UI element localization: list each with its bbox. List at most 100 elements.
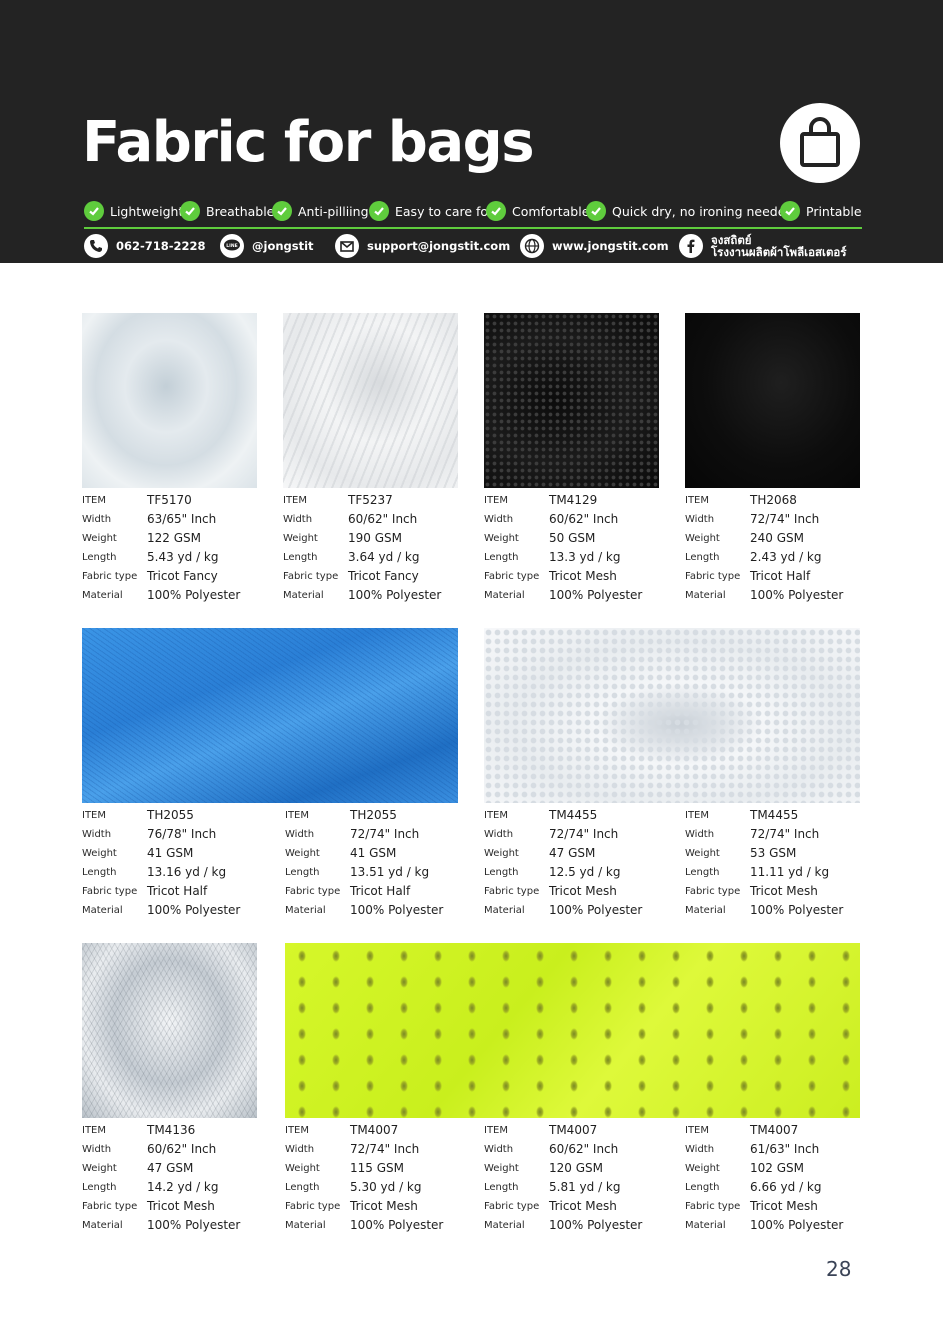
spec-label: Length (82, 1182, 117, 1193)
fabric-swatch-th2068 (685, 313, 860, 488)
spec-label: Fabric type (82, 886, 138, 897)
page-number: 28 (826, 1257, 852, 1281)
fabric-type-value: Tricot Mesh (549, 884, 617, 898)
spec-row: ITEM TM4007 (685, 1123, 875, 1142)
fabric-type-value: Tricot Mesh (750, 1199, 818, 1213)
spec-row: Fabric type Tricot Mesh (685, 1199, 875, 1218)
spec-row: Length 3.64 yd / kg (283, 550, 473, 569)
spec-label: Length (685, 552, 720, 563)
spec-label: Fabric type (283, 571, 339, 582)
item-code: TM4007 (750, 1123, 799, 1137)
spec-row: Fabric type Tricot Mesh (484, 569, 674, 588)
spec-row: Weight 115 GSM (285, 1161, 475, 1180)
spec-label: ITEM (685, 495, 710, 506)
spec-label: Length (285, 867, 320, 878)
spec-row: Fabric type Tricot Mesh (484, 884, 674, 903)
spec-label: Width (685, 1144, 715, 1155)
contact-line[interactable]: LINE @jongstit (220, 233, 314, 259)
feature-comfortable: Comfortable (486, 200, 589, 222)
contact-bar: 062-718-2228 LINE @jongstit support@jong… (84, 233, 864, 261)
spec-label: Length (82, 867, 117, 878)
spec-label: Weight (685, 848, 720, 859)
spec-row: Fabric type Tricot Mesh (285, 1199, 475, 1218)
spec-label: ITEM (484, 1125, 509, 1136)
fabric-swatch-tm4136 (82, 943, 257, 1118)
globe-icon (520, 234, 544, 258)
spec-label: Fabric type (685, 886, 741, 897)
spec-label: Width (484, 829, 514, 840)
spec-row: Width 72/74" Inch (285, 1142, 475, 1161)
item-code: TH2055 (350, 808, 397, 822)
contact-phone[interactable]: 062-718-2228 (84, 233, 206, 259)
contact-email[interactable]: support@jongstit.com (335, 233, 510, 259)
material-value: 100% Polyester (350, 903, 444, 917)
weight-value: 50 GSM (549, 531, 596, 545)
material-value: 100% Polyester (350, 1218, 444, 1232)
contact-facebook[interactable]: จงสถิตย์ โรงงานผลิตผ้าโพลีเอสเตอร์ (679, 233, 847, 259)
weight-value: 53 GSM (750, 846, 797, 860)
fabric-swatch-tf5237 (283, 313, 458, 488)
spec-label: Width (82, 514, 112, 525)
feature-label: Easy to care for (395, 203, 494, 219)
spec-label: Length (283, 552, 318, 563)
fabric-type-value: Tricot Mesh (350, 1199, 418, 1213)
width-value: 72/74" Inch (549, 827, 619, 841)
spec-row: Length 14.2 yd / kg (82, 1180, 272, 1199)
spec-label: Fabric type (685, 571, 741, 582)
width-value: 72/74" Inch (350, 827, 420, 841)
material-value: 100% Polyester (147, 1218, 241, 1232)
spec-label: ITEM (484, 495, 509, 506)
spec-label: Weight (285, 1163, 320, 1174)
spec-label: Length (484, 552, 519, 563)
spec-table-th2068: ITEM TH2068 Width 72/74" Inch Weight 240 GS… (685, 493, 875, 607)
item-code: TH2055 (147, 808, 194, 822)
length-value: 13.3 yd / kg (549, 550, 621, 564)
spec-label: Material (484, 590, 525, 601)
fabric-type-value: Tricot Half (350, 884, 411, 898)
line-icon: LINE (220, 234, 244, 258)
green-divider (84, 227, 862, 229)
spec-row: Width 72/74" Inch (685, 512, 875, 531)
contact-website[interactable]: www.jongstit.com (520, 233, 669, 259)
spec-row: Material 100% Polyester (82, 1218, 272, 1237)
spec-label: ITEM (82, 810, 107, 821)
spec-row: Length 13.3 yd / kg (484, 550, 674, 569)
length-value: 2.43 yd / kg (750, 550, 822, 564)
spec-label: Width (285, 1144, 315, 1155)
spec-label: Width (82, 829, 112, 840)
spec-row: Weight 53 GSM (685, 846, 875, 865)
spec-label: Weight (484, 533, 519, 544)
fabric-type-value: Tricot Fancy (348, 569, 419, 583)
check-icon (84, 201, 104, 221)
spec-table-tf5170: ITEM TF5170 Width 63/65" Inch Weight 122 GS… (82, 493, 272, 607)
spec-row: Weight 47 GSM (82, 1161, 272, 1180)
spec-table-tf5237: ITEM TF5237 Width 60/62" Inch Weight 190 GS… (283, 493, 473, 607)
width-value: 76/78" Inch (147, 827, 217, 841)
feature-easy-care: Easy to care for (369, 200, 493, 222)
spec-row: Material 100% Polyester (484, 1218, 674, 1237)
spec-row: ITEM TM4455 (685, 808, 875, 827)
spec-label: Weight (484, 1163, 519, 1174)
spec-row: Material 100% Polyester (685, 1218, 875, 1237)
spec-row: Fabric type Tricot Half (685, 569, 875, 588)
email-address: support@jongstit.com (367, 239, 511, 253)
spec-label: Material (82, 590, 123, 601)
spec-label: Material (685, 905, 726, 916)
spec-label: Fabric type (285, 1201, 341, 1212)
length-value: 12.5 yd / kg (549, 865, 621, 879)
spec-row: Width 61/63" Inch (685, 1142, 875, 1161)
spec-row: Length 5.81 yd / kg (484, 1180, 674, 1199)
check-icon (586, 201, 606, 221)
header-banner: Fabric for bags Lightweight Breathable A… (0, 0, 943, 263)
phone-number: 062-718-2228 (116, 239, 206, 253)
spec-label: Width (285, 829, 315, 840)
spec-row: ITEM TM4136 (82, 1123, 272, 1142)
spec-label: Fabric type (484, 886, 540, 897)
item-code: TF5237 (348, 493, 393, 507)
spec-label: Material (82, 905, 123, 916)
spec-table-tm4455-b: ITEM TM4455 Width 72/74" Inch Weight 53 GSM… (685, 808, 875, 922)
weight-value: 190 GSM (348, 531, 402, 545)
spec-row: Length 5.30 yd / kg (285, 1180, 475, 1199)
length-value: 13.16 yd / kg (147, 865, 227, 879)
spec-label: Fabric type (82, 1201, 138, 1212)
